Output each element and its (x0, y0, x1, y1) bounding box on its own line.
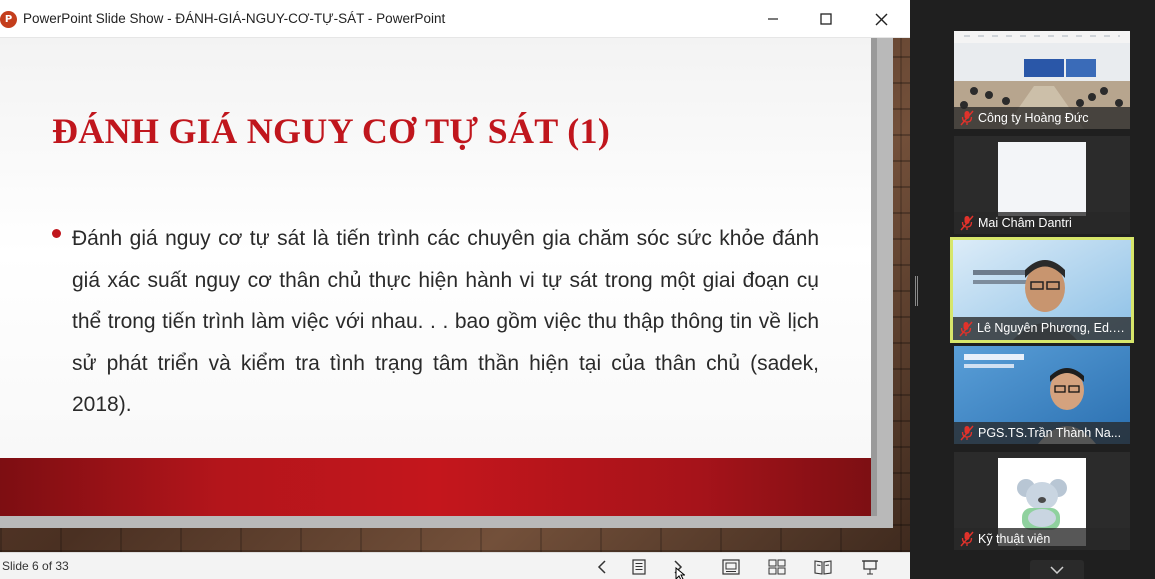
participant-name: Mai Châm Dantri (954, 212, 1130, 234)
participant-tile[interactable]: Kỹ thuật viên (954, 452, 1130, 550)
bullet-point (52, 229, 61, 238)
title-bar[interactable]: P PowerPoint Slide Show - ĐÁNH-GIÁ-NGUY-… (0, 0, 910, 38)
participant-name: Kỹ thuật viên (954, 528, 1130, 550)
muted-mic-icon (959, 321, 973, 337)
muted-mic-icon (960, 531, 974, 547)
chevron-down-icon (1050, 565, 1064, 574)
participant-tile-active-speaker[interactable]: Lê Nguyên Phương, Ed.D., ... (950, 237, 1134, 343)
previous-slide-button[interactable] (588, 556, 618, 578)
powerpoint-app-icon: P (0, 11, 17, 28)
scroll-down-button[interactable] (1030, 560, 1084, 579)
meeting-participants-panel: Công ty Hoàng Đức Mai Châm Dantri Lê Ngu… (910, 0, 1155, 579)
maximize-icon (820, 13, 832, 25)
participant-tile[interactable]: PGS.TS.Trần Thành Na... (954, 346, 1130, 444)
panel-resize-handle[interactable] (915, 276, 918, 306)
see-all-slides-button[interactable] (624, 556, 654, 578)
minimize-button[interactable] (750, 0, 796, 38)
slide-show-icon (862, 559, 878, 574)
participant-name: Lê Nguyên Phương, Ed.D., ... (953, 317, 1131, 340)
window-title: PowerPoint Slide Show - ĐÁNH-GIÁ-NGUY-CƠ… (23, 11, 446, 26)
chevron-left-icon (597, 560, 606, 574)
slide-counter: Slide 6 of 33 (2, 559, 69, 573)
powerpoint-window: P PowerPoint Slide Show - ĐÁNH-GIÁ-NGUY-… (0, 0, 910, 579)
close-button[interactable] (858, 0, 904, 38)
screen: P PowerPoint Slide Show - ĐÁNH-GIÁ-NGUY-… (0, 0, 1155, 579)
normal-view-icon (722, 559, 740, 575)
slide-sorter-icon (768, 559, 786, 575)
slide-title: ĐÁNH GIÁ NGUY CƠ TỰ SÁT (1) (52, 111, 611, 151)
normal-view-button[interactable] (716, 556, 746, 578)
reading-view-icon (814, 560, 832, 575)
slide-body-text: Đánh giá nguy cơ tự sát là tiến trình cá… (72, 227, 819, 416)
muted-mic-icon (960, 215, 974, 231)
slide-show-area[interactable]: ĐÁNH GIÁ NGUY CƠ TỰ SÁT (1) Đánh giá ngu… (0, 38, 910, 552)
minimize-icon (768, 18, 778, 20)
status-bar: Slide 6 of 33 (0, 552, 910, 579)
mouse-cursor-icon (675, 567, 685, 579)
slide-sorter-button[interactable] (762, 556, 792, 578)
slide-show-button[interactable] (855, 556, 885, 578)
slide[interactable]: ĐÁNH GIÁ NGUY CƠ TỰ SÁT (1) Đánh giá ngu… (0, 38, 877, 516)
participant-tile[interactable]: Mai Châm Dantri (954, 136, 1130, 234)
muted-mic-icon (960, 110, 974, 126)
reading-view-button[interactable] (808, 556, 838, 578)
participant-name: PGS.TS.Trần Thành Na... (954, 422, 1130, 444)
maximize-button[interactable] (803, 0, 849, 38)
close-icon (875, 13, 887, 25)
slide-decorative-band (0, 458, 871, 516)
muted-mic-icon (960, 425, 974, 441)
slides-list-icon (632, 559, 646, 575)
participant-tile[interactable]: Công ty Hoàng Đức (954, 31, 1130, 129)
participant-name: Công ty Hoàng Đức (954, 107, 1130, 129)
